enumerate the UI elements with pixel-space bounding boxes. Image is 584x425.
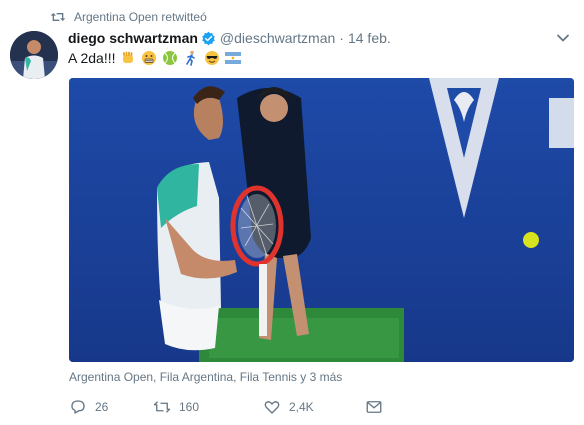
sunglasses-emoji: [205, 51, 220, 65]
media-tags[interactable]: Argentina Open, Fila Argentina, Fila Ten…: [69, 370, 342, 384]
heart-icon: [264, 401, 280, 414]
fist-emoji: [123, 51, 134, 63]
argentina-flag-emoji: [225, 52, 242, 64]
reply-count: 26: [95, 400, 109, 414]
author-name[interactable]: diego schwartzman: [68, 30, 198, 46]
runner-emoji: [186, 50, 196, 66]
reply-button[interactable]: 26: [69, 398, 117, 416]
chevron-down-icon[interactable]: [556, 31, 570, 45]
tweet-actions: 26 160 2,4K: [69, 397, 413, 417]
retweet-icon: [153, 401, 171, 413]
retweet-icon: [50, 13, 66, 21]
grimace-emoji: [142, 51, 157, 65]
tweet-text-content: A 2da!!!: [68, 50, 116, 66]
tweet-text: A 2da!!!: [68, 48, 242, 68]
tweet-date[interactable]: 14 feb.: [348, 30, 391, 46]
tweet-photo[interactable]: [69, 78, 574, 362]
retweet-context-label[interactable]: Argentina Open retwitteó: [74, 10, 207, 24]
author-handle[interactable]: @dieschwartzman: [220, 30, 335, 46]
retweet-button[interactable]: 160: [153, 398, 223, 416]
separator-dot: ·: [339, 30, 344, 46]
tennis-ball-emoji: [163, 51, 178, 65]
avatar[interactable]: [10, 31, 58, 79]
tweet-header: diego schwartzman @dieschwartzman · 14 f…: [68, 29, 391, 47]
verified-badge-icon: [202, 31, 215, 45]
retweet-context: Argentina Open retwitteó: [50, 9, 207, 25]
like-button[interactable]: 2,4K: [263, 398, 323, 416]
reply-icon: [71, 400, 85, 414]
envelope-icon: [366, 401, 382, 413]
retweet-count: 160: [179, 400, 200, 414]
direct-message-button[interactable]: [365, 398, 383, 416]
like-count: 2,4K: [289, 400, 314, 414]
